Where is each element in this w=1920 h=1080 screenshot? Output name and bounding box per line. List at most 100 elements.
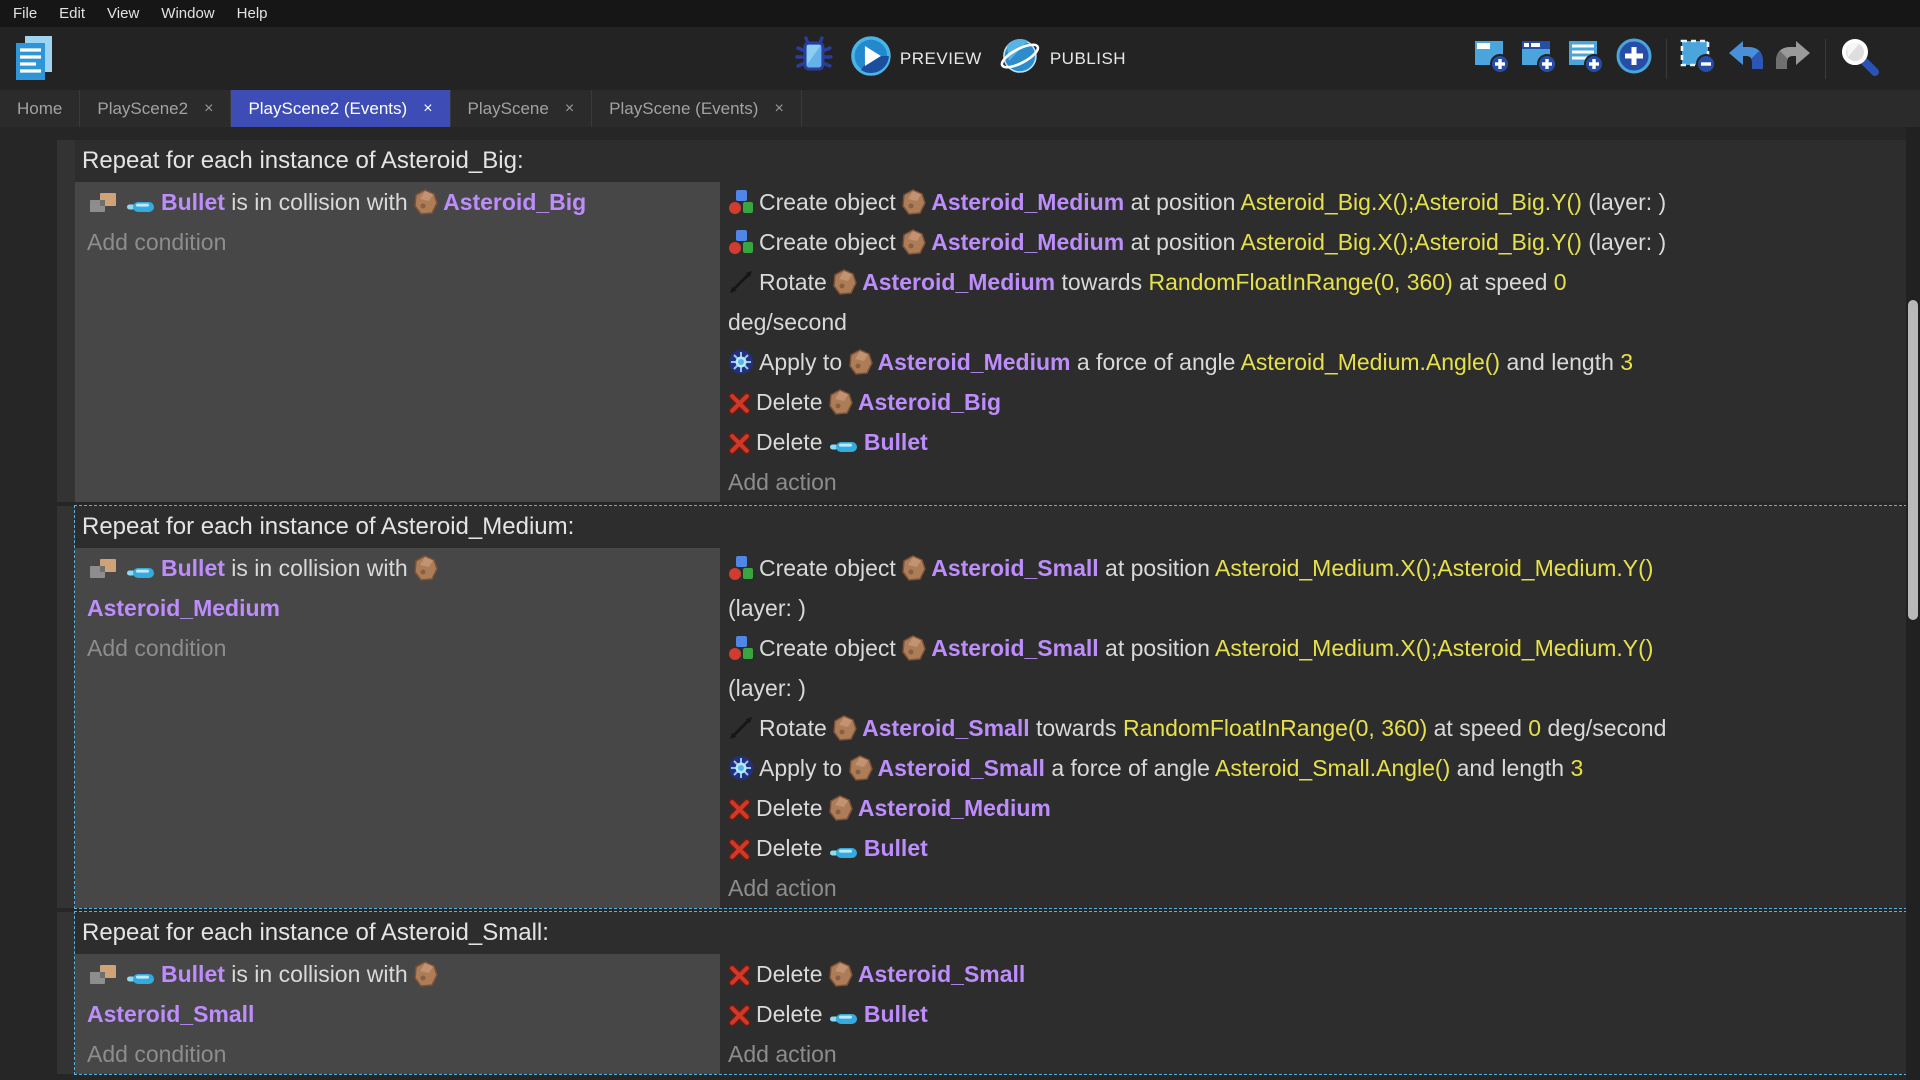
- scrollbar-thumb[interactable]: [1908, 300, 1918, 620]
- add-action-button[interactable]: Add action: [728, 1034, 1900, 1074]
- menu-view[interactable]: View: [96, 0, 150, 27]
- object-name: Bullet: [864, 429, 928, 455]
- add-condition-button[interactable]: Add condition: [87, 1034, 710, 1074]
- condition-row[interactable]: Bullet is in collision with Asteroid_Med…: [87, 548, 710, 628]
- object-name: Asteroid_Small: [862, 715, 1029, 741]
- tab-close-icon[interactable]: ×: [423, 100, 432, 118]
- create-icon: [728, 189, 754, 215]
- event-header[interactable]: Repeat for each instance of Asteroid_Big…: [75, 140, 1906, 182]
- publish-label: PUBLISH: [1050, 49, 1126, 69]
- tab-close-icon[interactable]: ×: [774, 100, 783, 118]
- asteroid-icon: [902, 229, 926, 255]
- row-text: (layer: ): [728, 675, 806, 701]
- add-comment-icon: [1567, 37, 1607, 80]
- condition-row[interactable]: Bullet is in collision with Asteroid_Big: [87, 182, 710, 222]
- action-row[interactable]: Delete Asteroid_Small: [728, 954, 1900, 994]
- row-text: deg/second: [1541, 715, 1666, 741]
- vertical-scrollbar[interactable]: [1906, 127, 1920, 1080]
- tab-playscene2-events-[interactable]: PlayScene2 (Events) ×: [231, 90, 450, 127]
- asteroid-icon: [414, 961, 438, 987]
- action-row[interactable]: Create object Asteroid_Medium at positio…: [728, 222, 1900, 262]
- preview-button[interactable]: PREVIEW: [850, 35, 982, 82]
- search-button[interactable]: [1838, 35, 1880, 82]
- tab-label: PlayScene2 (Events): [248, 99, 407, 119]
- tab-label: PlayScene2: [97, 99, 188, 119]
- create-icon: [728, 635, 754, 661]
- repeat-event-block[interactable]: Repeat for each instance of Asteroid_Sma…: [75, 912, 1906, 1074]
- debugger-button[interactable]: [794, 35, 834, 82]
- row-text: is in collision with: [225, 555, 414, 581]
- repeat-event-block[interactable]: Repeat for each instance of Asteroid_Big…: [75, 140, 1906, 502]
- object-name: Bullet: [864, 835, 928, 861]
- menu-window[interactable]: Window: [150, 0, 225, 27]
- row-text: Delete: [756, 1001, 829, 1027]
- action-row[interactable]: Delete Bullet: [728, 422, 1900, 462]
- project-manager-button[interactable]: [12, 34, 56, 87]
- delete-selection-button[interactable]: [1679, 37, 1719, 80]
- asteroid-icon: [829, 961, 853, 987]
- expression: Asteroid_Big.X();Asteroid_Big.Y(): [1241, 189, 1582, 215]
- tab-label: Home: [17, 99, 62, 119]
- action-row[interactable]: Delete Bullet: [728, 994, 1900, 1034]
- row-text: Rotate: [759, 715, 833, 741]
- action-row[interactable]: Create object Asteroid_Medium at positio…: [728, 182, 1900, 222]
- add-sub-event-button[interactable]: [1520, 37, 1560, 80]
- tab-close-icon[interactable]: ×: [204, 100, 213, 118]
- menu-help[interactable]: Help: [226, 0, 279, 27]
- object-name: Asteroid_Big: [858, 389, 1001, 415]
- add-more-button[interactable]: [1614, 36, 1654, 81]
- event-header[interactable]: Repeat for each instance of Asteroid_Sma…: [75, 912, 1906, 954]
- event-header[interactable]: Repeat for each instance of Asteroid_Med…: [75, 506, 1906, 548]
- action-row[interactable]: Delete Bullet: [728, 828, 1900, 868]
- action-row[interactable]: Rotate Asteroid_Medium towards RandomFlo…: [728, 262, 1900, 342]
- publish-button[interactable]: PUBLISH: [998, 35, 1126, 82]
- event-drag-handle[interactable]: [57, 912, 75, 1074]
- add-action-button[interactable]: Add action: [728, 868, 1900, 908]
- row-text: Apply to: [759, 349, 849, 375]
- action-row[interactable]: Apply to Asteroid_Medium a force of angl…: [728, 342, 1900, 382]
- action-row[interactable]: Apply to Asteroid_Small a force of angle…: [728, 748, 1900, 788]
- repeat-event-block[interactable]: Repeat for each instance of Asteroid_Med…: [75, 506, 1906, 908]
- tab-home[interactable]: Home: [0, 90, 80, 127]
- tab-playscene2[interactable]: PlayScene2 ×: [80, 90, 231, 127]
- tab-label: PlayScene: [468, 99, 549, 119]
- redo-button[interactable]: [1773, 39, 1813, 78]
- action-row[interactable]: Delete Asteroid_Big: [728, 382, 1900, 422]
- event-drag-handle[interactable]: [57, 506, 75, 908]
- add-condition-button[interactable]: Add condition: [87, 628, 710, 668]
- object-name: Asteroid_Medium: [931, 229, 1124, 255]
- row-text: Create object: [759, 635, 902, 661]
- undo-button[interactable]: [1726, 39, 1766, 78]
- add-condition-button[interactable]: Add condition: [87, 222, 710, 262]
- row-text: at speed: [1453, 269, 1554, 295]
- event-drag-handle[interactable]: [57, 140, 75, 502]
- expression: RandomFloatInRange(0, 360): [1148, 269, 1452, 295]
- tab-close-icon[interactable]: ×: [565, 100, 574, 118]
- main-toolbar: PREVIEW PUBLISH: [0, 27, 1920, 90]
- condition-row[interactable]: Bullet is in collision with Asteroid_Sma…: [87, 954, 710, 1034]
- actions-column: Create object Asteroid_Small at position…: [720, 548, 1906, 908]
- menu-edit[interactable]: Edit: [48, 0, 96, 27]
- row-text: a force of angle: [1070, 349, 1240, 375]
- expression: RandomFloatInRange(0, 360): [1123, 715, 1427, 741]
- bullet-icon: [126, 199, 156, 215]
- tab-playscene-events-[interactable]: PlayScene (Events)×: [592, 90, 802, 127]
- object-name: Asteroid_Small: [931, 555, 1098, 581]
- publish-icon: [998, 35, 1042, 82]
- action-row[interactable]: Rotate Asteroid_Small towards RandomFloa…: [728, 708, 1900, 748]
- action-row[interactable]: Create object Asteroid_Small at position…: [728, 548, 1900, 628]
- add-event-button[interactable]: [1473, 37, 1513, 80]
- tab-bar: HomePlayScene2×PlayScene2 (Events)×PlayS…: [0, 90, 1920, 127]
- action-row[interactable]: Create object Asteroid_Small at position…: [728, 628, 1900, 708]
- action-row[interactable]: Delete Asteroid_Medium: [728, 788, 1900, 828]
- actions-column: Delete Asteroid_SmallDelete BulletAdd ac…: [720, 954, 1906, 1074]
- object-name: Asteroid_Small: [858, 961, 1025, 987]
- row-text: Delete: [756, 961, 829, 987]
- menu-file[interactable]: File: [2, 0, 48, 27]
- delete-icon: [728, 1004, 751, 1027]
- add-comment-button[interactable]: [1567, 37, 1607, 80]
- row-text: (layer: ): [1582, 189, 1666, 215]
- add-action-button[interactable]: Add action: [728, 462, 1900, 502]
- conditions-column: Bullet is in collision with Asteroid_Med…: [75, 548, 720, 908]
- tab-playscene[interactable]: PlayScene ×: [451, 90, 593, 127]
